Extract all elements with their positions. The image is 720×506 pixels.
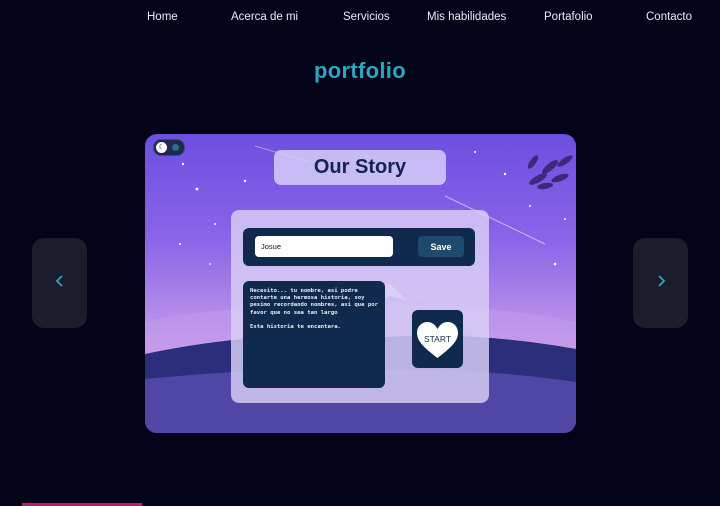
section-title: portfolio <box>314 58 406 83</box>
name-input[interactable] <box>255 236 393 257</box>
carousel-next-button[interactable] <box>633 238 688 328</box>
chevron-right-icon <box>656 274 666 292</box>
moon-icon: ☾ <box>156 142 167 153</box>
story-title: Our Story <box>313 156 407 178</box>
portfolio-slide[interactable]: ☾ Our Story Save Necesito... tu nombre, … <box>145 134 576 433</box>
carousel-prev-button[interactable] <box>32 238 87 328</box>
nav-contact[interactable]: Contacto <box>646 11 692 23</box>
nav-portfolio[interactable]: Portafolio <box>544 11 593 23</box>
nav-services[interactable]: Servicios <box>343 11 390 23</box>
story-panel: Save Necesito... tu nombre, asi podre co… <box>231 210 489 403</box>
top-nav: Home Acerca de mi Servicios Mis habilida… <box>0 0 720 36</box>
start-label: START <box>423 334 452 344</box>
start-button[interactable]: START <box>412 310 463 368</box>
chevron-left-icon <box>55 274 65 292</box>
toggle-indicator <box>172 144 179 151</box>
story-text-area: Necesito... tu nombre, asi podre contart… <box>243 281 385 388</box>
story-paragraph: Necesito... tu nombre, asi podre contart… <box>250 288 378 316</box>
story-title-box: Our Story <box>274 150 446 185</box>
name-form: Save <box>243 228 475 266</box>
save-button[interactable]: Save <box>418 236 464 257</box>
nav-skills[interactable]: Mis habilidades <box>427 11 506 23</box>
story-paragraph: Esta historia te encantara. <box>250 323 341 330</box>
theme-toggle[interactable]: ☾ <box>153 139 185 156</box>
nav-about[interactable]: Acerca de mi <box>231 11 298 23</box>
nav-home[interactable]: Home <box>147 11 178 23</box>
